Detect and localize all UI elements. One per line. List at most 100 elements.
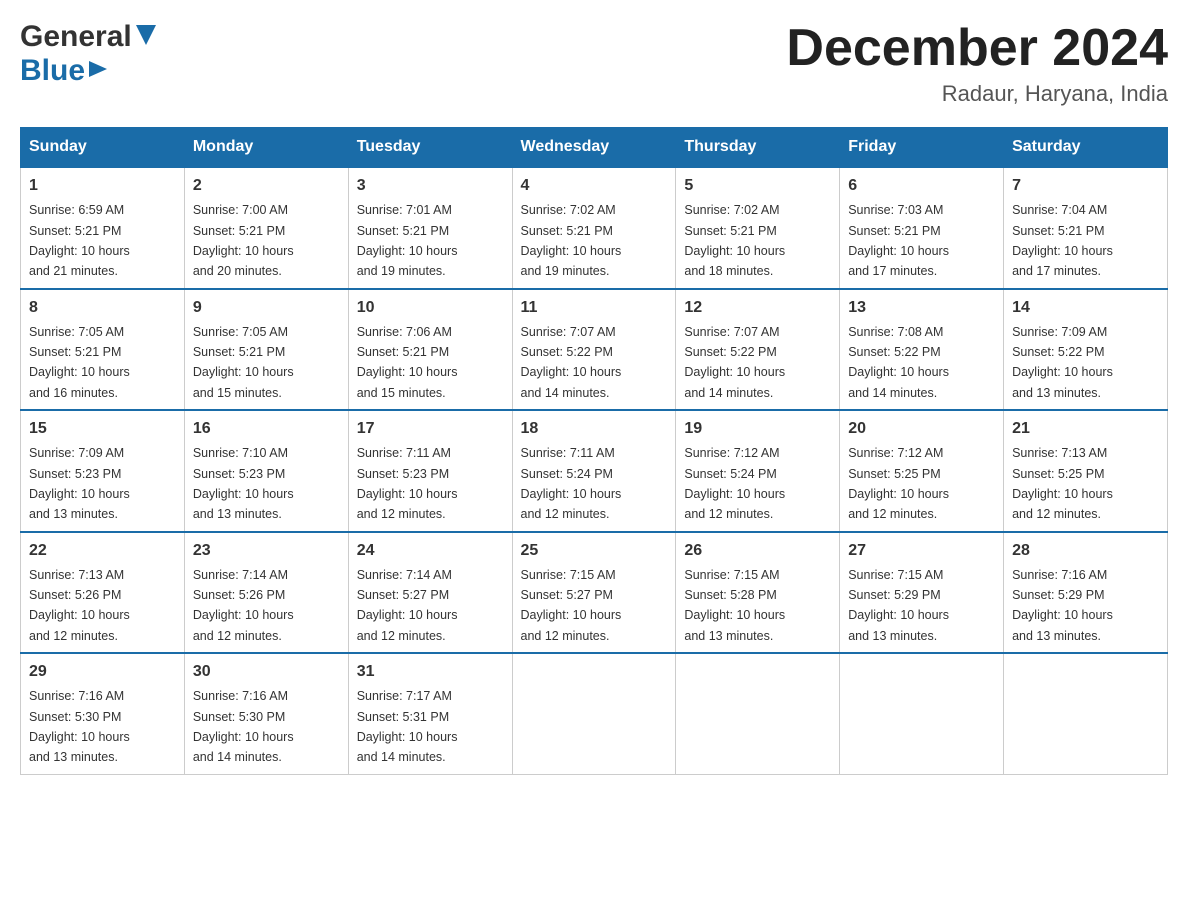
day-number: 24 bbox=[357, 539, 504, 563]
day-number: 13 bbox=[848, 296, 995, 320]
day-number: 22 bbox=[29, 539, 176, 563]
calendar-cell: 13 Sunrise: 7:08 AMSunset: 5:22 PMDaylig… bbox=[840, 289, 1004, 411]
calendar-cell: 26 Sunrise: 7:15 AMSunset: 5:28 PMDaylig… bbox=[676, 532, 840, 654]
day-number: 30 bbox=[193, 660, 340, 684]
logo-blue-text: Blue bbox=[20, 54, 85, 88]
calendar-cell: 22 Sunrise: 7:13 AMSunset: 5:26 PMDaylig… bbox=[21, 532, 185, 654]
day-number: 31 bbox=[357, 660, 504, 684]
day-number: 23 bbox=[193, 539, 340, 563]
day-number: 11 bbox=[521, 296, 668, 320]
title-area: December 2024 Radaur, Haryana, India bbox=[786, 20, 1168, 107]
calendar-cell: 11 Sunrise: 7:07 AMSunset: 5:22 PMDaylig… bbox=[512, 289, 676, 411]
calendar-cell: 14 Sunrise: 7:09 AMSunset: 5:22 PMDaylig… bbox=[1004, 289, 1168, 411]
day-info: Sunrise: 7:11 AMSunset: 5:24 PMDaylight:… bbox=[521, 446, 622, 521]
header-thursday: Thursday bbox=[676, 128, 840, 168]
day-number: 15 bbox=[29, 417, 176, 441]
calendar-cell: 30 Sunrise: 7:16 AMSunset: 5:30 PMDaylig… bbox=[184, 653, 348, 774]
day-info: Sunrise: 7:12 AMSunset: 5:25 PMDaylight:… bbox=[848, 446, 949, 521]
header-wednesday: Wednesday bbox=[512, 128, 676, 168]
week-row-1: 1 Sunrise: 6:59 AMSunset: 5:21 PMDayligh… bbox=[21, 167, 1168, 289]
header-friday: Friday bbox=[840, 128, 1004, 168]
calendar-cell: 20 Sunrise: 7:12 AMSunset: 5:25 PMDaylig… bbox=[840, 410, 1004, 532]
day-info: Sunrise: 7:04 AMSunset: 5:21 PMDaylight:… bbox=[1012, 203, 1113, 278]
calendar-cell: 6 Sunrise: 7:03 AMSunset: 5:21 PMDayligh… bbox=[840, 167, 1004, 289]
calendar-cell: 9 Sunrise: 7:05 AMSunset: 5:21 PMDayligh… bbox=[184, 289, 348, 411]
day-number: 26 bbox=[684, 539, 831, 563]
calendar-cell: 10 Sunrise: 7:06 AMSunset: 5:21 PMDaylig… bbox=[348, 289, 512, 411]
day-info: Sunrise: 7:13 AMSunset: 5:26 PMDaylight:… bbox=[29, 568, 130, 643]
day-info: Sunrise: 7:09 AMSunset: 5:23 PMDaylight:… bbox=[29, 446, 130, 521]
day-number: 4 bbox=[521, 174, 668, 198]
logo-blue-line: Blue bbox=[20, 54, 107, 88]
day-info: Sunrise: 7:11 AMSunset: 5:23 PMDaylight:… bbox=[357, 446, 458, 521]
calendar-cell: 25 Sunrise: 7:15 AMSunset: 5:27 PMDaylig… bbox=[512, 532, 676, 654]
calendar-cell: 3 Sunrise: 7:01 AMSunset: 5:21 PMDayligh… bbox=[348, 167, 512, 289]
page-header: General Blue December 2024 Radaur, Harya… bbox=[20, 20, 1168, 107]
day-info: Sunrise: 7:14 AMSunset: 5:27 PMDaylight:… bbox=[357, 568, 458, 643]
calendar-cell: 2 Sunrise: 7:00 AMSunset: 5:21 PMDayligh… bbox=[184, 167, 348, 289]
day-info: Sunrise: 7:07 AMSunset: 5:22 PMDaylight:… bbox=[684, 325, 785, 400]
day-info: Sunrise: 7:17 AMSunset: 5:31 PMDaylight:… bbox=[357, 689, 458, 764]
day-number: 18 bbox=[521, 417, 668, 441]
header-saturday: Saturday bbox=[1004, 128, 1168, 168]
calendar-cell: 19 Sunrise: 7:12 AMSunset: 5:24 PMDaylig… bbox=[676, 410, 840, 532]
week-row-2: 8 Sunrise: 7:05 AMSunset: 5:21 PMDayligh… bbox=[21, 289, 1168, 411]
calendar-cell: 23 Sunrise: 7:14 AMSunset: 5:26 PMDaylig… bbox=[184, 532, 348, 654]
day-number: 21 bbox=[1012, 417, 1159, 441]
logo-general-text: General bbox=[20, 20, 132, 54]
day-number: 1 bbox=[29, 174, 176, 198]
day-info: Sunrise: 7:09 AMSunset: 5:22 PMDaylight:… bbox=[1012, 325, 1113, 400]
header-sunday: Sunday bbox=[21, 128, 185, 168]
calendar-cell: 15 Sunrise: 7:09 AMSunset: 5:23 PMDaylig… bbox=[21, 410, 185, 532]
day-info: Sunrise: 7:16 AMSunset: 5:30 PMDaylight:… bbox=[29, 689, 130, 764]
calendar-cell: 31 Sunrise: 7:17 AMSunset: 5:31 PMDaylig… bbox=[348, 653, 512, 774]
logo-general-line: General bbox=[20, 20, 156, 54]
day-info: Sunrise: 7:16 AMSunset: 5:30 PMDaylight:… bbox=[193, 689, 294, 764]
calendar-cell: 5 Sunrise: 7:02 AMSunset: 5:21 PMDayligh… bbox=[676, 167, 840, 289]
calendar-cell: 24 Sunrise: 7:14 AMSunset: 5:27 PMDaylig… bbox=[348, 532, 512, 654]
day-info: Sunrise: 7:10 AMSunset: 5:23 PMDaylight:… bbox=[193, 446, 294, 521]
calendar-cell: 1 Sunrise: 6:59 AMSunset: 5:21 PMDayligh… bbox=[21, 167, 185, 289]
day-info: Sunrise: 7:07 AMSunset: 5:22 PMDaylight:… bbox=[521, 325, 622, 400]
month-title: December 2024 bbox=[786, 20, 1168, 77]
day-info: Sunrise: 7:08 AMSunset: 5:22 PMDaylight:… bbox=[848, 325, 949, 400]
calendar-cell: 29 Sunrise: 7:16 AMSunset: 5:30 PMDaylig… bbox=[21, 653, 185, 774]
calendar-cell bbox=[1004, 653, 1168, 774]
day-info: Sunrise: 7:13 AMSunset: 5:25 PMDaylight:… bbox=[1012, 446, 1113, 521]
week-row-4: 22 Sunrise: 7:13 AMSunset: 5:26 PMDaylig… bbox=[21, 532, 1168, 654]
day-number: 16 bbox=[193, 417, 340, 441]
calendar-cell: 16 Sunrise: 7:10 AMSunset: 5:23 PMDaylig… bbox=[184, 410, 348, 532]
day-number: 12 bbox=[684, 296, 831, 320]
day-info: Sunrise: 7:15 AMSunset: 5:28 PMDaylight:… bbox=[684, 568, 785, 643]
calendar-cell: 4 Sunrise: 7:02 AMSunset: 5:21 PMDayligh… bbox=[512, 167, 676, 289]
logo-triangle-icon bbox=[136, 25, 156, 50]
header-tuesday: Tuesday bbox=[348, 128, 512, 168]
day-info: Sunrise: 7:00 AMSunset: 5:21 PMDaylight:… bbox=[193, 203, 294, 278]
day-info: Sunrise: 6:59 AMSunset: 5:21 PMDaylight:… bbox=[29, 203, 130, 278]
day-number: 14 bbox=[1012, 296, 1159, 320]
day-number: 19 bbox=[684, 417, 831, 441]
logo-arrow-icon bbox=[89, 61, 107, 82]
day-number: 17 bbox=[357, 417, 504, 441]
calendar-cell: 8 Sunrise: 7:05 AMSunset: 5:21 PMDayligh… bbox=[21, 289, 185, 411]
calendar-cell bbox=[512, 653, 676, 774]
day-info: Sunrise: 7:14 AMSunset: 5:26 PMDaylight:… bbox=[193, 568, 294, 643]
calendar-cell: 7 Sunrise: 7:04 AMSunset: 5:21 PMDayligh… bbox=[1004, 167, 1168, 289]
day-number: 5 bbox=[684, 174, 831, 198]
day-number: 9 bbox=[193, 296, 340, 320]
calendar-cell bbox=[676, 653, 840, 774]
day-number: 25 bbox=[521, 539, 668, 563]
calendar-cell: 12 Sunrise: 7:07 AMSunset: 5:22 PMDaylig… bbox=[676, 289, 840, 411]
day-number: 6 bbox=[848, 174, 995, 198]
day-info: Sunrise: 7:06 AMSunset: 5:21 PMDaylight:… bbox=[357, 325, 458, 400]
calendar-cell: 27 Sunrise: 7:15 AMSunset: 5:29 PMDaylig… bbox=[840, 532, 1004, 654]
day-info: Sunrise: 7:01 AMSunset: 5:21 PMDaylight:… bbox=[357, 203, 458, 278]
logo: General Blue bbox=[20, 20, 156, 88]
calendar-cell: 21 Sunrise: 7:13 AMSunset: 5:25 PMDaylig… bbox=[1004, 410, 1168, 532]
header-monday: Monday bbox=[184, 128, 348, 168]
location-label: Radaur, Haryana, India bbox=[786, 81, 1168, 107]
day-number: 3 bbox=[357, 174, 504, 198]
weekday-header-row: Sunday Monday Tuesday Wednesday Thursday… bbox=[21, 128, 1168, 168]
day-info: Sunrise: 7:05 AMSunset: 5:21 PMDaylight:… bbox=[29, 325, 130, 400]
calendar-cell: 17 Sunrise: 7:11 AMSunset: 5:23 PMDaylig… bbox=[348, 410, 512, 532]
